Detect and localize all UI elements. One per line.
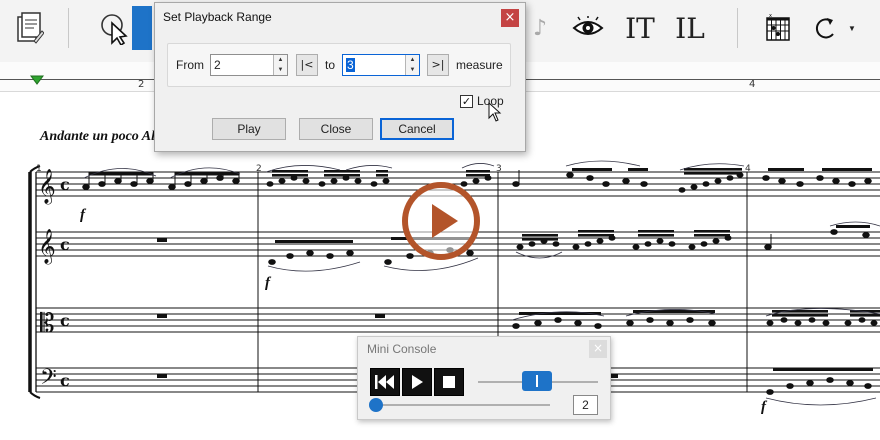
measure-number: 1	[36, 164, 42, 174]
toolbar-separator	[68, 8, 69, 48]
spin-arrows[interactable]: ▲ ▼	[273, 55, 287, 75]
lyrics-tool-label: IL	[675, 11, 705, 45]
from-label: From	[176, 58, 204, 72]
text-tool-label: IT	[625, 11, 655, 45]
dynamic-mark: f	[265, 275, 270, 291]
to-measure-spinbox[interactable]: 3 ▲ ▼	[342, 54, 420, 76]
dynamic-mark: f	[761, 399, 766, 415]
measure-label: measure	[456, 58, 503, 72]
svg-text:𝄡: 𝄡	[40, 309, 55, 339]
svg-text:c: c	[60, 175, 70, 194]
range-group: From 2 ▲ ▼ |< to 3 ▲ ▼ >| measure	[167, 43, 511, 87]
cancel-button[interactable]: Cancel	[380, 118, 454, 140]
position-slider-track[interactable]	[374, 404, 550, 406]
svg-text:𝄞: 𝄞	[38, 169, 56, 205]
text-insert-icon[interactable]: IT	[618, 6, 662, 50]
tempo-slider-thumb[interactable]	[522, 371, 552, 391]
chord-diagram-icon[interactable]: x	[756, 6, 800, 50]
svg-text:c: c	[60, 371, 70, 390]
play-icon	[412, 375, 423, 389]
jump-to-start-button[interactable]: |<	[296, 54, 318, 76]
position-slider-thumb[interactable]	[369, 398, 383, 412]
toolbar-separator	[737, 8, 738, 48]
close-icon[interactable]: ×	[501, 9, 519, 27]
loop-checkbox[interactable]: ✓	[460, 94, 473, 108]
svg-text:c: c	[60, 311, 70, 330]
note-entry-tool-active[interactable]	[132, 6, 152, 50]
close-button[interactable]: Close	[299, 118, 373, 140]
from-measure-spinbox[interactable]: 2 ▲ ▼	[210, 54, 288, 76]
ruler-measure-number: 4	[749, 79, 756, 90]
svg-text:x: x	[769, 13, 772, 19]
pointer-select-icon[interactable]	[92, 6, 136, 50]
measure-indicator[interactable]: 2	[573, 395, 598, 415]
stop-icon	[443, 376, 455, 388]
play-button[interactable]	[402, 368, 432, 396]
playhead-marker-icon[interactable]	[30, 74, 44, 86]
measure-number: 3	[496, 164, 502, 174]
play-overlay-icon[interactable]	[400, 180, 482, 262]
dialog-title: Set Playback Range	[163, 10, 272, 24]
mini-console: Mini Console × 2	[357, 336, 611, 420]
rewind-button[interactable]	[370, 368, 400, 396]
play-button[interactable]: Play	[212, 118, 286, 140]
mini-console-title: Mini Console	[367, 342, 437, 356]
dynamic-mark: f	[80, 207, 85, 223]
to-value: 3	[346, 58, 355, 72]
mouse-cursor-icon	[488, 102, 502, 122]
measure-number: 4	[745, 164, 751, 174]
stop-button[interactable]	[434, 368, 464, 396]
tempo-marking: Andante un poco Al	[40, 129, 156, 144]
svg-text:𝄞: 𝄞	[38, 229, 56, 265]
ruler-measure-number: 2	[138, 79, 145, 90]
svg-text:𝄢: 𝄢	[40, 365, 57, 395]
score-document-icon[interactable]	[8, 6, 52, 50]
set-playback-range-dialog: Set Playback Range × From 2 ▲ ▼ |< to 3 ▲…	[154, 2, 526, 152]
close-icon[interactable]: ×	[589, 340, 607, 358]
eye-icon[interactable]	[566, 6, 610, 50]
rewind-icon	[375, 375, 394, 389]
undo-dropdown-icon[interactable]: ▼	[840, 6, 864, 50]
to-label: to	[325, 58, 336, 72]
spin-arrows[interactable]: ▲ ▼	[405, 55, 419, 75]
jump-to-end-button[interactable]: >|	[427, 54, 449, 76]
lyrics-insert-icon[interactable]: IL	[668, 6, 712, 50]
from-value: 2	[214, 58, 221, 72]
svg-text:c: c	[60, 235, 70, 254]
measure-number: 2	[256, 164, 262, 174]
